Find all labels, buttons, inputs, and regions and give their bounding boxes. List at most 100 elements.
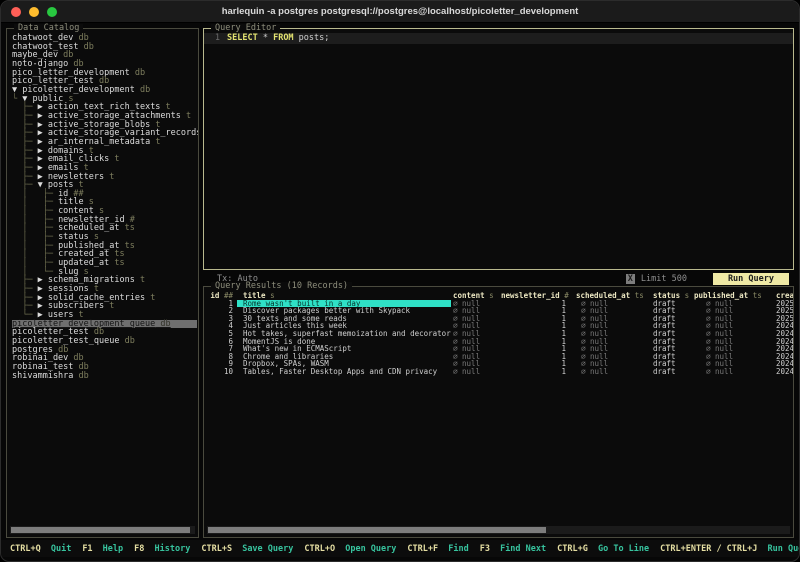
table-cell[interactable]: draft [651,315,694,323]
shortcut-history[interactable]: F8 History [134,544,190,554]
table-cell[interactable]: ∅ null [576,338,651,346]
table-cell[interactable]: ∅ null [694,345,776,353]
table-cell[interactable]: ∅ null [694,330,776,338]
shortcut-help[interactable]: F1 Help [82,544,123,554]
table-cell[interactable]: ∅ null [694,368,776,376]
close-window-icon[interactable] [11,7,21,17]
table-cell[interactable]: 2024 [776,368,793,376]
table-cell[interactable]: ∅ null [576,368,651,376]
table-cell[interactable]: 3 [207,315,237,323]
column-header[interactable]: published_at ts [694,292,776,300]
table-cell[interactable]: 2 [207,307,237,315]
catalog-horizontal-scrollbar[interactable] [10,526,195,534]
table-cell[interactable]: ∅ null [694,322,776,330]
table-row[interactable]: 9Dropbox, SPAs, WASM∅ null1∅ nulldraft∅ … [207,360,793,368]
column-header[interactable]: created_at ts [776,292,793,300]
table-cell[interactable]: ∅ null [451,368,501,376]
minimize-window-icon[interactable] [29,7,39,17]
table-cell[interactable]: draft [651,307,694,315]
table-cell[interactable]: ∅ null [576,353,651,361]
table-cell[interactable]: ∅ null [576,322,651,330]
run-query-button[interactable]: Run Query [713,273,789,285]
table-cell[interactable]: 1 [501,360,576,368]
table-row[interactable]: 4Just articles this week∅ null1∅ nulldra… [207,322,793,330]
table-cell[interactable]: 8 [207,353,237,361]
table-cell[interactable]: Discover packages better with Skypack [237,307,451,315]
table-cell[interactable]: ∅ null [451,330,501,338]
table-cell[interactable]: Just articles this week [237,322,451,330]
maximize-window-icon[interactable] [47,7,57,17]
table-cell[interactable]: ∅ null [576,330,651,338]
shortcut-run-query[interactable]: CTRL+ENTER / CTRL+J Run Query [660,544,799,554]
editor-current-line[interactable]: 1 SELECT * FROM posts; [204,33,793,44]
table-cell[interactable]: ∅ null [694,360,776,368]
table-cell[interactable]: 1 [501,338,576,346]
shortcut-save-query[interactable]: CTRL+S Save Query [201,544,293,554]
table-cell[interactable]: ∅ null [576,360,651,368]
query-editor-panel[interactable]: Query Editor 1 SELECT * FROM posts; [203,28,794,270]
table-cell[interactable]: 1 [501,322,576,330]
table-cell[interactable]: ∅ null [451,353,501,361]
column-header[interactable]: newsletter_id # [501,292,576,300]
column-header[interactable]: scheduled_at ts [576,292,651,300]
table-cell[interactable]: 30 texts and some reads [237,315,451,323]
table-cell[interactable]: 5 [207,330,237,338]
results-horizontal-scrollbar[interactable] [207,526,790,534]
table-cell[interactable]: ∅ null [694,338,776,346]
table-row[interactable]: 2Discover packages better with Skypack ∅ … [207,307,793,315]
table-cell[interactable]: 2024 [776,360,793,368]
table-cell[interactable]: draft [651,345,694,353]
table-cell[interactable]: draft [651,353,694,361]
table-row[interactable]: 10Tables, Faster Desktop Apps and CDN pr… [207,368,793,376]
shortcut-find[interactable]: CTRL+F Find [407,544,468,554]
table-cell[interactable]: Hot takes, superfast memoization and dec… [237,330,451,338]
table-cell[interactable]: ∅ null [694,307,776,315]
column-header[interactable]: status s [651,292,694,300]
table-cell[interactable]: Tables, Faster Desktop Apps and CDN priv… [237,368,451,376]
table-cell[interactable]: draft [651,360,694,368]
table-cell[interactable]: ∅ null [451,322,501,330]
table-cell[interactable]: 1 [501,330,576,338]
shortcut-quit[interactable]: CTRL+Q Quit [10,544,71,554]
table-cell[interactable]: 2025 [776,300,793,308]
table-cell[interactable]: 2024 [776,330,793,338]
table-cell[interactable]: 2025 [776,315,793,323]
limit-label[interactable]: Limit 500 [641,274,687,284]
table-cell[interactable]: ∅ null [451,360,501,368]
table-cell[interactable]: draft [651,322,694,330]
column-header[interactable]: content s [451,292,501,300]
table-cell[interactable]: 1 [501,300,576,308]
table-cell[interactable]: 1 [501,315,576,323]
table-cell[interactable]: 2025 [776,307,793,315]
table-cell[interactable]: ∅ null [451,300,501,308]
column-header[interactable]: title s [237,292,451,300]
table-cell[interactable]: ∅ null [451,338,501,346]
catalog-item[interactable]: shivammishra db [12,372,197,381]
table-cell[interactable]: 2024 [776,338,793,346]
table-cell[interactable]: ∅ null [451,315,501,323]
table-cell[interactable]: draft [651,300,694,308]
table-cell[interactable]: 1 [501,307,576,315]
catalog-scrollbar-thumb[interactable] [11,527,190,533]
table-cell[interactable]: Chrome and libraries [237,353,451,361]
table-cell[interactable]: ∅ null [694,353,776,361]
table-cell[interactable]: What's new in ECMAScript [237,345,451,353]
table-row[interactable]: 6MomentJS is done∅ null1∅ nulldraft∅ nul… [207,338,793,346]
table-cell[interactable]: 1 [501,345,576,353]
table-cell[interactable]: 6 [207,338,237,346]
table-cell[interactable]: ∅ null [576,315,651,323]
table-cell[interactable]: ∅ null [576,345,651,353]
limit-checkbox[interactable]: X [626,274,635,284]
table-cell[interactable]: draft [651,368,694,376]
shortcut-go-to-line[interactable]: CTRL+G Go To Line [557,544,649,554]
table-cell[interactable]: Dropbox, SPAs, WASM [237,360,451,368]
table-row[interactable]: 330 texts and some reads∅ null1∅ nulldra… [207,315,793,323]
table-cell[interactable]: ∅ null [694,300,776,308]
table-cell[interactable]: 1 [501,353,576,361]
table-cell[interactable]: 2024 [776,322,793,330]
table-cell[interactable]: ∅ null [451,345,501,353]
shortcut-find-next[interactable]: F3 Find Next [480,544,546,554]
results-scrollbar-thumb[interactable] [208,527,546,533]
table-row[interactable]: 1Rome wasn't built in a day∅ null1∅ null… [207,300,793,308]
table-cell[interactable]: 1 [207,300,237,308]
